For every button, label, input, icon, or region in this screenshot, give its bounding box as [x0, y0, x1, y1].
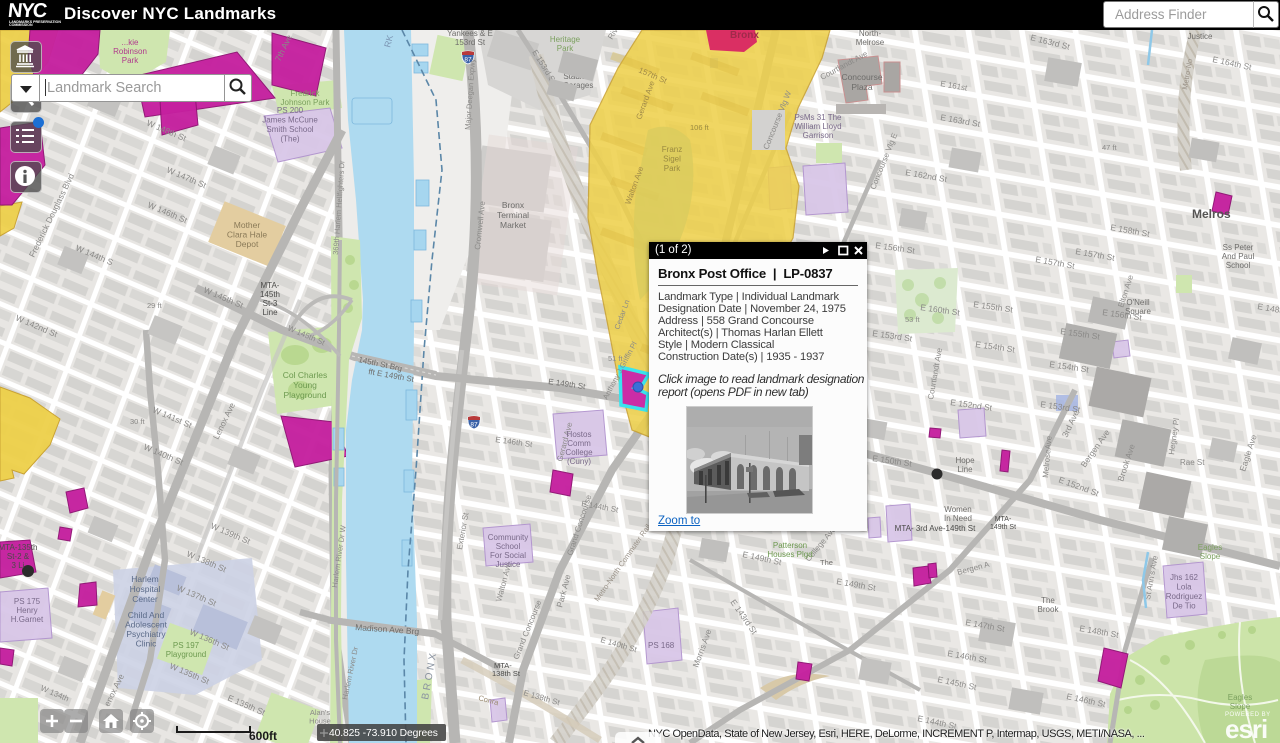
svg-text:Line: Line — [262, 308, 278, 317]
svg-text:138th St: 138th St — [492, 669, 521, 678]
svg-text:De Tio: De Tio — [1172, 602, 1196, 611]
svg-text:(The): (The) — [280, 135, 299, 144]
svg-text:Psychiatry: Psychiatry — [126, 629, 166, 639]
svg-text:Depot: Depot — [236, 239, 259, 249]
svg-text:Market: Market — [500, 220, 527, 230]
svg-text:Yankees & E: Yankees & E — [447, 29, 493, 38]
svg-text:Hostos: Hostos — [567, 430, 592, 439]
svg-text:For Social: For Social — [490, 551, 526, 560]
svg-text:Playground: Playground — [166, 650, 206, 659]
svg-text:Col Charles: Col Charles — [283, 370, 327, 380]
svg-text:Eagles: Eagles — [1228, 693, 1252, 702]
svg-text:PS 168: PS 168 — [648, 641, 675, 650]
svg-text:Terminal: Terminal — [497, 210, 529, 220]
svg-text:Patterson: Patterson — [773, 541, 807, 550]
svg-text:The: The — [1041, 596, 1055, 605]
svg-text:Henry: Henry — [16, 606, 37, 615]
svg-text:Houses Plgd: Houses Plgd — [767, 550, 812, 559]
svg-text:Park: Park — [122, 56, 139, 65]
svg-text:Center: Center — [132, 594, 158, 604]
svg-text:Justice: Justice — [496, 560, 521, 569]
svg-text:Hospital: Hospital — [130, 584, 161, 594]
svg-text:MTA- 3rd Ave-149th St: MTA- 3rd Ave-149th St — [895, 524, 976, 533]
svg-text:Melros: Melros — [1192, 207, 1231, 221]
svg-text:Young: Young — [293, 380, 317, 390]
svg-text:Plaza: Plaza — [851, 82, 873, 92]
svg-text:School: School — [496, 542, 521, 551]
svg-text:Harlem: Harlem — [131, 574, 158, 584]
svg-text:Brook: Brook — [1038, 605, 1060, 614]
svg-text:School: School — [1226, 261, 1251, 270]
svg-text:The: The — [820, 558, 833, 567]
svg-text:MTA-135th: MTA-135th — [0, 543, 37, 552]
svg-text:...kie: ...kie — [122, 38, 139, 47]
svg-text:Bronx: Bronx — [730, 30, 759, 41]
svg-text:Community: Community — [488, 533, 528, 542]
svg-text:Lola: Lola — [1176, 583, 1192, 592]
svg-text:Garrison: Garrison — [803, 131, 834, 140]
svg-text:Hope: Hope — [955, 456, 975, 465]
svg-text:29 ft: 29 ft — [147, 301, 163, 310]
svg-text:3 Li: 3 Li — [12, 561, 25, 570]
svg-text:Rodriguez: Rodriguez — [1166, 592, 1202, 601]
svg-text:149th St: 149th St — [990, 524, 1016, 531]
svg-text:Bronx: Bronx — [502, 200, 525, 210]
svg-text:51 ft: 51 ft — [608, 354, 624, 363]
svg-text:106 ft: 106 ft — [690, 123, 710, 132]
svg-text:Ss Peter: Ss Peter — [1223, 243, 1254, 252]
svg-text:Fredrick: Fredrick — [291, 89, 321, 98]
svg-text:PS 200: PS 200 — [277, 106, 304, 115]
svg-text:Jhs 162: Jhs 162 — [1170, 573, 1199, 582]
svg-text:O'Neill: O'Neill — [1126, 298, 1150, 307]
svg-text:Slope: Slope — [1200, 552, 1221, 561]
svg-text:87: 87 — [470, 422, 478, 429]
svg-text:MTA-: MTA- — [261, 281, 280, 290]
svg-text:Adolescent: Adolescent — [125, 620, 168, 630]
svg-text:Clara Hale: Clara Hale — [227, 230, 267, 240]
svg-text:James McCune: James McCune — [262, 116, 318, 125]
svg-text:Rae St: Rae St — [1180, 458, 1205, 467]
svg-text:Mother: Mother — [234, 220, 261, 230]
svg-text:PS 197: PS 197 — [173, 641, 200, 650]
svg-text:Robinson: Robinson — [113, 47, 147, 56]
svg-text:Smith School: Smith School — [266, 125, 313, 134]
svg-text:In Need: In Need — [944, 514, 972, 523]
svg-text:St-2 &: St-2 & — [7, 552, 30, 561]
svg-text:College: College — [565, 448, 593, 457]
svg-text:H.Garnet: H.Garnet — [11, 615, 44, 624]
svg-text:And Paul: And Paul — [1222, 252, 1255, 261]
svg-text:North-: North- — [859, 29, 882, 38]
svg-text:Child And: Child And — [128, 610, 165, 620]
svg-text:Heritage: Heritage — [550, 35, 581, 44]
svg-text:MTA-: MTA- — [995, 516, 1012, 523]
svg-text:St-3: St-3 — [263, 299, 278, 308]
svg-text:145th: 145th — [260, 290, 280, 299]
svg-text:Justice: Justice — [1188, 32, 1213, 41]
svg-text:Slope: Slope — [1230, 702, 1251, 711]
svg-text:Franz: Franz — [662, 145, 682, 154]
svg-text:47 ft: 47 ft — [1102, 143, 1118, 152]
svg-text:Line: Line — [957, 465, 973, 474]
svg-text:Comm: Comm — [567, 439, 591, 448]
svg-text:PS 175: PS 175 — [14, 597, 41, 606]
svg-text:Concourse: Concourse — [841, 72, 882, 82]
svg-text:153rd St: 153rd St — [455, 38, 486, 47]
svg-text:Eagles: Eagles — [1198, 543, 1222, 552]
svg-text:Playground: Playground — [283, 390, 326, 400]
svg-text:PsMs 31 The: PsMs 31 The — [795, 113, 843, 122]
svg-text:53 ft: 53 ft — [905, 315, 921, 324]
svg-text:William Lloyd: William Lloyd — [794, 122, 841, 131]
svg-text:Clinic: Clinic — [136, 639, 158, 649]
svg-text:30 ft: 30 ft — [130, 417, 146, 426]
svg-text:Park: Park — [664, 164, 681, 173]
svg-text:Women: Women — [944, 505, 971, 514]
svg-text:Melrose: Melrose — [856, 38, 885, 47]
svg-text:(Cuny): (Cuny) — [567, 457, 591, 466]
svg-text:Sigel: Sigel — [663, 155, 681, 164]
